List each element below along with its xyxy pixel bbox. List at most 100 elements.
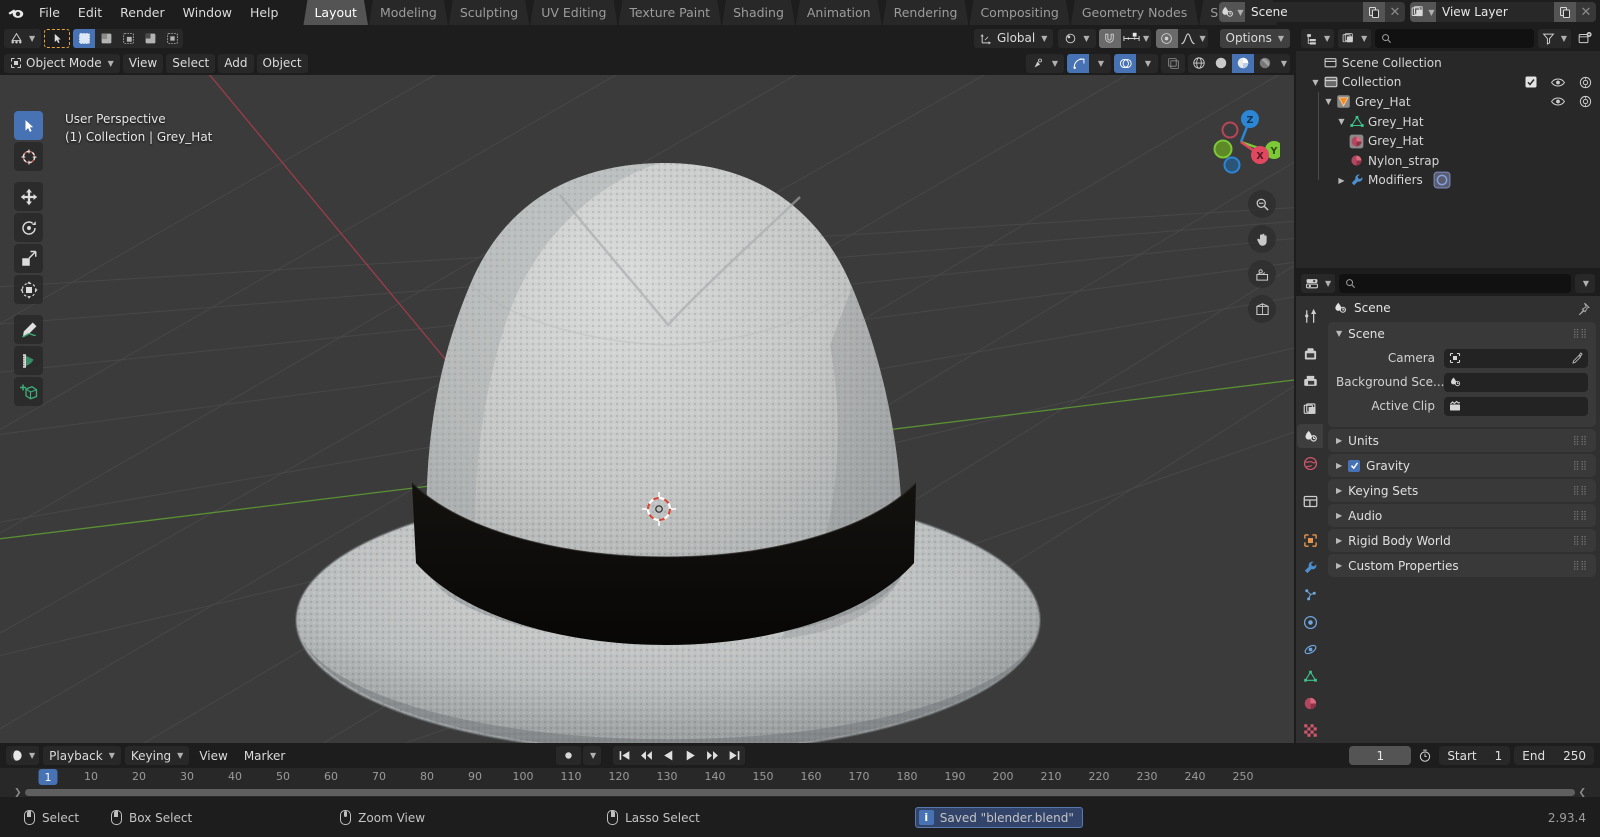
select-intersect-icon[interactable]	[161, 29, 183, 48]
tab-render[interactable]	[1297, 343, 1323, 367]
chevron-right-icon[interactable]: ▶	[1336, 436, 1342, 445]
custom-properties-panel[interactable]: ▶ Custom Properties ⣿⣿	[1328, 554, 1596, 577]
zoom-view-icon[interactable]	[1248, 190, 1276, 218]
tab-modifier[interactable]	[1297, 556, 1323, 580]
view-layer-selector[interactable]: ▼ View Layer ✕	[1410, 2, 1596, 22]
eyedropper-icon[interactable]	[1571, 352, 1583, 364]
scene-selector[interactable]: ▼ Scene ✕	[1219, 2, 1405, 22]
tab-output[interactable]	[1297, 370, 1323, 394]
navigation-gizmo[interactable]: Z Y X	[1202, 103, 1280, 181]
annotate-tool-icon[interactable]	[14, 315, 43, 344]
tab-rendering[interactable]: Rendering	[883, 0, 969, 25]
viewport-menu-select[interactable]: Select	[166, 53, 216, 73]
gizmo-dropdown[interactable]: ▼	[1089, 54, 1111, 73]
panel-drag-handle[interactable]: ⣿⣿	[1573, 561, 1588, 571]
tab-shading[interactable]: Shading	[722, 0, 795, 25]
chevron-right-icon[interactable]: ❯	[14, 788, 22, 798]
gravity-panel[interactable]: ▶ Gravity ⣿⣿	[1328, 454, 1596, 477]
snap-pivot-selector[interactable]: ▼	[1058, 28, 1096, 48]
playback-menu[interactable]: Playback ▼	[43, 746, 121, 765]
blender-logo-icon[interactable]	[0, 0, 30, 25]
proportional-edit-icon[interactable]	[1155, 28, 1178, 48]
move-tool-icon[interactable]	[14, 182, 43, 211]
show-overlays-icon[interactable]	[1114, 53, 1136, 73]
timeline-menu-marker[interactable]: Marker	[238, 746, 291, 765]
jump-to-next-keyframe-button[interactable]	[701, 746, 723, 765]
toggle-ortho-view-icon[interactable]	[1248, 295, 1276, 323]
tab-texture-paint[interactable]: Texture Paint	[618, 0, 721, 25]
panel-drag-handle[interactable]: ⣿⣿	[1573, 511, 1588, 521]
rendered-shading-icon[interactable]	[1254, 54, 1276, 73]
tab-collection[interactable]	[1297, 490, 1323, 514]
visibility-selector[interactable]: ▼	[1025, 53, 1064, 73]
gravity-checkbox[interactable]	[1348, 459, 1361, 472]
delete-scene-button[interactable]: ✕	[1385, 2, 1405, 22]
tab-sculpting[interactable]: Sculpting	[449, 0, 529, 25]
chevron-right-icon[interactable]: ▶	[1336, 461, 1342, 470]
tab-geometry-nodes[interactable]: Geometry Nodes	[1071, 0, 1198, 25]
timeline-menu-view[interactable]: View	[193, 746, 233, 765]
chevron-right-icon[interactable]: ▶	[1335, 176, 1348, 185]
menu-edit[interactable]: Edit	[69, 2, 111, 24]
add-cube-tool-icon[interactable]	[14, 377, 43, 406]
transform-tool-icon[interactable]	[14, 275, 43, 304]
tab-constraints[interactable]	[1297, 637, 1323, 661]
object-mode-selector[interactable]: Object Mode ▼	[4, 53, 120, 73]
select-set-icon[interactable]	[73, 28, 96, 48]
rigid-body-world-panel[interactable]: ▶ Rigid Body World ⣿⣿	[1328, 529, 1596, 552]
outliner-filter-icon[interactable]: ▼	[1537, 28, 1571, 48]
chevron-down-icon[interactable]: ▼	[1336, 329, 1342, 338]
scrollbar-thumb[interactable]	[24, 789, 1576, 796]
chevron-left-icon[interactable]: ❮	[1578, 788, 1586, 798]
scale-tool-icon[interactable]	[14, 244, 43, 273]
active-clip-field[interactable]	[1444, 396, 1588, 416]
outliner-row-material-nylon-strap[interactable]: Nylon_strap	[1296, 150, 1600, 171]
tab-layout[interactable]: Layout	[303, 0, 368, 25]
outliner-row-material-grey-hat[interactable]: Grey_Hat	[1296, 131, 1600, 151]
tab-data[interactable]	[1297, 664, 1323, 688]
snap-target-icon[interactable]: ▼	[1121, 29, 1151, 48]
scene-panel-header[interactable]: ▼ Scene ⣿⣿	[1328, 322, 1596, 345]
new-view-layer-button[interactable]	[1554, 2, 1576, 22]
tab-compositing[interactable]: Compositing	[969, 0, 1069, 25]
pan-view-icon[interactable]	[1248, 225, 1276, 253]
use-preview-range-icon[interactable]	[1415, 749, 1435, 763]
cursor-tool-icon[interactable]	[14, 142, 43, 171]
delete-view-layer-button[interactable]: ✕	[1576, 2, 1596, 22]
tab-scene[interactable]	[1297, 424, 1323, 449]
select-extend-icon[interactable]	[95, 29, 117, 48]
hide-in-viewport-eye-icon[interactable]	[1551, 96, 1565, 107]
chevron-down-icon[interactable]: ▼	[1335, 117, 1348, 126]
keying-sets-panel[interactable]: ▶ Keying Sets ⣿⣿	[1328, 479, 1596, 502]
hide-in-viewport-eye-icon[interactable]	[1551, 77, 1565, 88]
current-frame-field[interactable]: 1	[1349, 746, 1412, 765]
properties-options-dropdown[interactable]: ▼	[1574, 273, 1595, 293]
jump-to-start-button[interactable]	[613, 746, 635, 765]
camera-field[interactable]	[1444, 348, 1588, 368]
shading-modes-group[interactable]: ▼	[1188, 53, 1290, 73]
panel-drag-handle[interactable]: ⣿⣿	[1573, 486, 1588, 496]
options-button[interactable]: Options ▼	[1219, 28, 1290, 48]
disable-in-renders-camera-icon[interactable]	[1579, 95, 1592, 108]
scene-name[interactable]: Scene	[1245, 2, 1363, 22]
wireframe-shading-icon[interactable]	[1188, 54, 1210, 73]
outliner-row-object-grey-hat[interactable]: ▼ Grey_Hat	[1296, 92, 1600, 112]
chevron-right-icon[interactable]: ▶	[1336, 536, 1342, 545]
outliner-row-mesh-grey-hat[interactable]: ▼ Grey_Hat	[1296, 111, 1600, 132]
xray-toggle[interactable]	[1161, 53, 1185, 73]
panel-drag-handle[interactable]: ⣿⣿	[1573, 436, 1588, 446]
menu-file[interactable]: File	[30, 2, 69, 24]
outliner-row-collection[interactable]: ▼ Collection	[1296, 73, 1600, 93]
select-subtract-icon[interactable]	[117, 29, 139, 48]
chevron-right-icon[interactable]: ▶	[1336, 561, 1342, 570]
menu-window[interactable]: Window	[174, 2, 241, 24]
show-gizmo-icon[interactable]	[1067, 53, 1089, 73]
menu-help[interactable]: Help	[241, 2, 288, 24]
snapping-group[interactable]: ▼	[1098, 28, 1151, 48]
select-tool-active-icon[interactable]	[44, 28, 71, 48]
menu-render[interactable]: Render	[111, 2, 174, 24]
modifier-badge[interactable]	[1433, 171, 1451, 189]
tab-object[interactable]	[1297, 528, 1323, 552]
outliner-row-scene-collection[interactable]: Scene Collection	[1296, 53, 1600, 73]
units-panel[interactable]: ▶ Units ⣿⣿	[1328, 429, 1596, 452]
